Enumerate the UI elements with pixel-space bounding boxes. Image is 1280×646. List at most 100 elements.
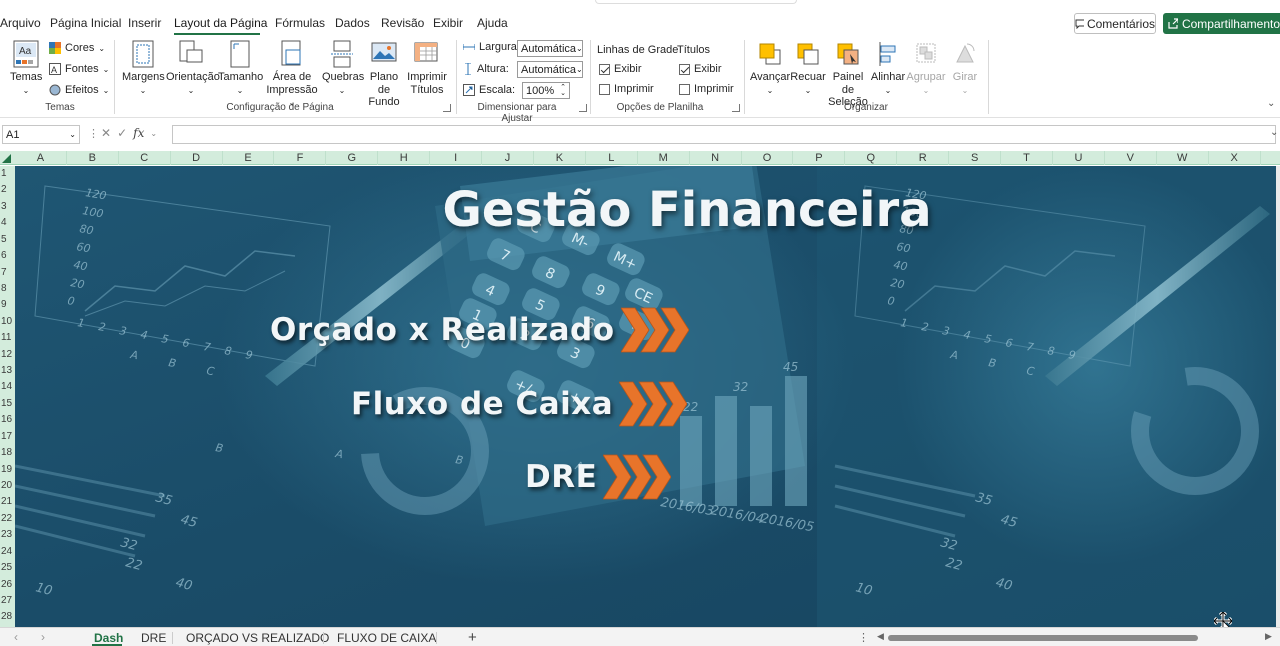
row-header[interactable]: 14 <box>0 381 15 392</box>
print-area-button[interactable]: Área de Impressão ⌄ <box>264 40 320 110</box>
themes-button[interactable]: Aa Temas ⌄ <box>10 40 42 97</box>
print-titles-button[interactable]: Imprimir Títulos <box>405 40 449 96</box>
formula-input[interactable] <box>172 125 1276 144</box>
name-box[interactable]: A1 ⌄ <box>2 125 80 144</box>
row-header[interactable]: 25 <box>0 562 15 573</box>
column-header[interactable]: F <box>275 151 327 165</box>
select-all-icon[interactable] <box>2 154 11 163</box>
align-button[interactable]: Alinhar ⌄ <box>870 40 906 97</box>
effects-button[interactable]: Efeitos ⌄ <box>49 84 109 96</box>
tab-inserir[interactable]: Inserir <box>128 16 161 30</box>
row-header[interactable]: 6 <box>0 250 15 261</box>
scroll-tabs-left-icon[interactable]: ‹ <box>14 630 18 644</box>
column-header[interactable]: I <box>430 151 483 165</box>
background-button[interactable]: Plano de Fundo <box>363 40 405 109</box>
tab-pagina-inicial[interactable]: Página Inicial <box>50 16 121 30</box>
nav-link-dre[interactable]: DRE <box>525 453 672 501</box>
row-header[interactable]: 15 <box>0 398 15 409</box>
bring-forward-button[interactable]: Avançar ⌄ <box>750 40 790 97</box>
column-header[interactable]: K <box>534 151 586 165</box>
more-options-icon[interactable]: ⋮ <box>858 631 869 644</box>
sheet-options-launcher-icon[interactable] <box>732 104 740 112</box>
margins-button[interactable]: Margens ⌄ <box>122 40 165 97</box>
column-header[interactable]: O <box>742 151 794 165</box>
colors-button[interactable]: Cores ⌄ <box>49 42 105 54</box>
row-header[interactable]: 22 <box>0 513 15 524</box>
row-header[interactable]: 4 <box>0 217 15 228</box>
rotate-button[interactable]: Girar ⌄ <box>948 40 982 97</box>
insert-function-icon[interactable]: fx <box>133 126 144 140</box>
row-header[interactable]: 8 <box>0 283 15 294</box>
sheet-tab-orcado-vs-realizado[interactable]: ORÇADO VS REALIZADO <box>186 631 329 645</box>
row-header[interactable]: 3 <box>0 201 15 212</box>
column-header[interactable]: R <box>897 151 950 165</box>
send-backward-button[interactable]: Recuar ⌄ <box>790 40 826 97</box>
scale-spinner[interactable]: 100% ⌃ ⌄ <box>522 82 570 99</box>
column-header[interactable]: G <box>326 151 379 165</box>
tab-arquivo[interactable]: Arquivo <box>0 16 41 30</box>
row-header[interactable]: 12 <box>0 349 15 360</box>
headings-view-checkbox[interactable]: Exibir <box>679 63 722 75</box>
row-header[interactable]: 13 <box>0 365 15 376</box>
column-header[interactable]: C <box>119 151 171 165</box>
column-header[interactable]: W <box>1157 151 1209 165</box>
share-button[interactable]: Compartilhamento <box>1163 13 1280 34</box>
row-header[interactable]: 26 <box>0 579 15 590</box>
tab-ajuda[interactable]: Ajuda <box>477 16 508 30</box>
spinner-arrows-icon[interactable]: ⌃ ⌄ <box>560 84 566 97</box>
row-header[interactable]: 1 <box>0 168 15 179</box>
column-header[interactable]: H <box>378 151 431 165</box>
collapse-ribbon-icon[interactable]: ⌄ <box>1267 98 1275 109</box>
row-header[interactable]: 27 <box>0 595 15 606</box>
column-header[interactable]: V <box>1105 151 1157 165</box>
row-header[interactable]: 23 <box>0 529 15 540</box>
column-header[interactable]: U <box>1053 151 1105 165</box>
width-select[interactable]: Automática ⌄ <box>517 40 583 57</box>
row-header[interactable]: 7 <box>0 267 15 278</box>
nav-link-orcado-x-realizado[interactable]: Orçado x Realizado <box>270 306 689 354</box>
scroll-right-icon[interactable]: ▶ <box>1265 631 1272 642</box>
more-options-icon[interactable]: ⋮ <box>88 127 99 140</box>
column-header[interactable]: N <box>690 151 742 165</box>
row-header[interactable]: 2 <box>0 184 15 195</box>
row-header[interactable]: 17 <box>0 431 15 442</box>
size-button[interactable]: Tamanho ⌄ <box>218 40 263 97</box>
selection-pane-button[interactable]: Painel de Seleção <box>826 40 870 109</box>
headings-print-checkbox[interactable]: Imprimir <box>679 83 734 95</box>
row-header[interactable]: 10 <box>0 316 15 327</box>
gridlines-print-checkbox[interactable]: Imprimir <box>599 83 654 95</box>
horizontal-scrollbar-thumb[interactable] <box>888 635 1198 641</box>
height-select[interactable]: Automática ⌄ <box>517 61 583 78</box>
config-launcher-icon[interactable] <box>443 104 451 112</box>
row-header[interactable]: 28 <box>0 611 15 622</box>
row-header[interactable]: 21 <box>0 496 15 507</box>
column-header[interactable]: S <box>949 151 1002 165</box>
column-header[interactable]: B <box>67 151 119 165</box>
enter-icon[interactable]: ✓ <box>117 126 127 140</box>
column-header[interactable]: E <box>223 151 275 165</box>
column-header[interactable]: L <box>586 151 638 165</box>
row-header[interactable]: 9 <box>0 299 15 310</box>
row-header[interactable]: 19 <box>0 464 15 475</box>
column-header[interactable]: A <box>15 151 67 165</box>
tab-formulas[interactable]: Fórmulas <box>275 16 325 30</box>
orientation-button[interactable]: Orientação ⌄ <box>166 40 220 97</box>
row-header[interactable]: 16 <box>0 414 15 425</box>
search-box[interactable] <box>595 0 797 4</box>
cancel-icon[interactable]: ✕ <box>101 126 111 140</box>
row-header[interactable]: 11 <box>0 332 15 343</box>
comments-button[interactable]: Comentários <box>1074 13 1156 34</box>
column-header[interactable]: X <box>1209 151 1261 165</box>
tab-revisao[interactable]: Revisão <box>381 16 424 30</box>
row-header[interactable]: 18 <box>0 447 15 458</box>
scroll-tabs-right-icon[interactable]: › <box>41 630 45 644</box>
sheet-tab-dash[interactable]: Dash <box>94 631 123 645</box>
column-header[interactable]: D <box>171 151 223 165</box>
tab-exibir[interactable]: Exibir <box>433 16 463 30</box>
column-header[interactable]: M <box>638 151 690 165</box>
row-header[interactable]: 20 <box>0 480 15 491</box>
scroll-left-icon[interactable]: ◀ <box>877 631 884 642</box>
scale-launcher-icon[interactable] <box>579 104 587 112</box>
breaks-button[interactable]: Quebras ⌄ <box>322 40 364 97</box>
vertical-scrollbar[interactable] <box>1276 166 1280 627</box>
